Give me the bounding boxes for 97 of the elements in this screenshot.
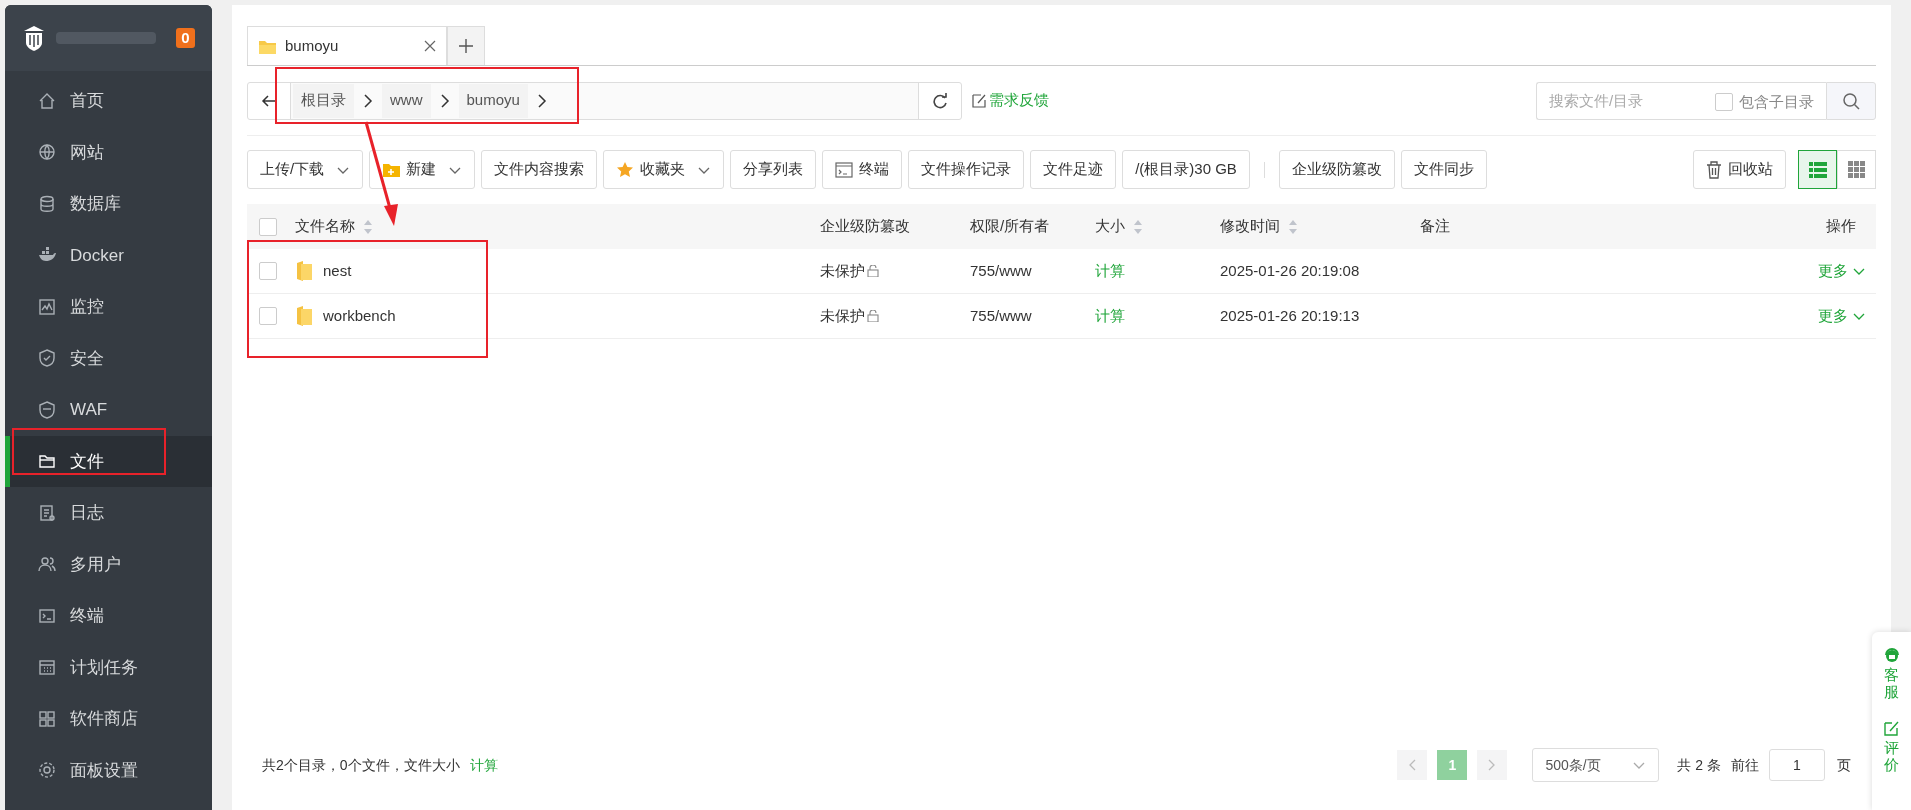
document-icon [38,503,56,522]
toolbar-button[interactable]: 企业级防篡改 [1278,150,1395,189]
toolbar-button[interactable]: /(根目录)30 GB [1122,150,1250,189]
page-input[interactable]: 1 [1769,749,1825,781]
toolbar-button[interactable]: 终端 [822,150,903,189]
summary-text: 共2个目录，0个文件，文件大小 [262,755,460,775]
users-icon [38,555,56,574]
search-button[interactable] [1826,81,1876,120]
terminal-icon [38,606,56,625]
protection-status: 未保护 [820,305,865,326]
total-count: 共 2 条 [1677,755,1721,775]
checkbox[interactable] [259,307,277,325]
sidebar-item[interactable]: 软件商店 [5,693,212,745]
sidebar-item[interactable]: 网站 [5,126,212,178]
grid-icon [1848,161,1865,178]
goto-label: 前往 [1731,755,1759,775]
toolbar-button[interactable]: 文件操作记录 [908,150,1025,189]
breadcrumb-link[interactable]: bumoyu [458,83,528,118]
checkbox[interactable] [259,217,277,236]
table-cell-text: 2025-01-26 20:19:08 [1220,260,1361,281]
page-suffix: 页 [1837,755,1851,775]
chevron-right-icon [535,93,548,108]
file-name-link[interactable]: workbench [323,304,396,328]
gear-icon [38,761,56,780]
new-tab-button[interactable] [447,26,485,65]
sort-icon [1288,219,1298,234]
protection-status: 未保护 [820,260,865,281]
globe-icon [38,143,56,162]
shield-icon [38,349,56,368]
table-cell-text: 755/www [970,305,1033,326]
page-size-dropdown[interactable]: 500条/页 [1532,748,1660,782]
grid-icon [38,709,56,728]
sidebar-item[interactable]: 计划任务 [5,641,212,693]
column-header[interactable]: 企业级防篡改 [820,215,910,238]
toolbar-button[interactable]: 分享列表 [730,150,817,189]
file-name-link[interactable]: nest [323,259,352,283]
unlock-icon [867,265,879,277]
sidebar-item[interactable]: 日志 [5,487,212,539]
close-icon [424,40,436,52]
checkbox-label: 包含子目录 [1739,91,1814,112]
notification-badge: 0 [176,28,195,48]
search-icon [1842,91,1860,110]
column-header[interactable]: 操作 [1826,215,1856,238]
database-icon [38,194,56,213]
sidebar-item[interactable]: 终端 [5,590,212,642]
sidebar-item[interactable]: 安全 [5,332,212,384]
back-arrow-icon [261,93,277,108]
unlock-icon [867,310,879,322]
sidebar-item[interactable]: 首页 [5,75,212,127]
folder-icon [295,260,313,282]
chevron-right-icon [362,93,374,108]
folder-icon [38,452,56,471]
calendar-icon [38,658,56,677]
sort-icon [363,219,373,234]
chart-icon [38,297,56,316]
list-icon [1808,161,1827,178]
home-icon [38,91,56,110]
sidebar-item[interactable]: 面板设置 [5,744,212,796]
toolbar-button[interactable]: 新建 [369,150,476,189]
sidebar-item[interactable]: 数据库 [5,178,212,230]
breadcrumb-link[interactable]: 根目录 [293,83,354,118]
chevron-right-icon [438,93,451,108]
toolbar-button[interactable]: 上传/下载 [247,150,364,189]
shield-icon [38,400,56,419]
recycle-bin-button[interactable]: 回收站 [1693,150,1786,189]
sort-icon [1133,219,1143,234]
column-header[interactable]: 权限/所有者 [970,215,1050,238]
file-tab[interactable]: bumoyu [247,26,447,65]
star-icon [616,160,635,179]
folder-icon [295,305,313,327]
column-header[interactable]: 修改时间 [1220,215,1298,238]
toolbar-button[interactable]: 收藏夹 [603,150,725,189]
chevron-left-icon [1408,759,1417,771]
sidebar-item[interactable]: 文件 [5,435,212,487]
chevron-right-icon [1488,759,1497,771]
sidebar-item[interactable]: WAF [5,384,212,436]
toolbar-button[interactable]: 文件同步 [1400,150,1487,189]
checkbox[interactable] [259,262,277,280]
table-cell-text: 2025-01-26 20:19:13 [1220,305,1361,326]
table-cell-text: 755/www [970,260,1033,281]
terminal-icon [835,160,854,179]
column-header[interactable]: 文件名称 [295,215,373,238]
refresh-icon [932,92,948,109]
plus-icon [459,39,473,53]
sidebar-item[interactable]: 监控 [5,281,212,333]
column-header[interactable]: 大小 [1095,215,1143,238]
checkbox[interactable] [1715,92,1733,111]
sidebar-item[interactable]: 多用户 [5,538,212,590]
trash-icon [1706,160,1722,179]
column-header[interactable]: 备注 [1420,215,1450,238]
toolbar-button[interactable]: 文件内容搜索 [481,150,598,189]
edit-icon [1883,720,1900,736]
toolbar-button[interactable]: 文件足迹 [1030,150,1117,189]
edit-icon [972,93,987,108]
view-toggle-button[interactable] [1798,150,1837,189]
breadcrumb-link[interactable]: www [382,83,431,118]
sidebar-item[interactable]: Docker [5,229,212,281]
